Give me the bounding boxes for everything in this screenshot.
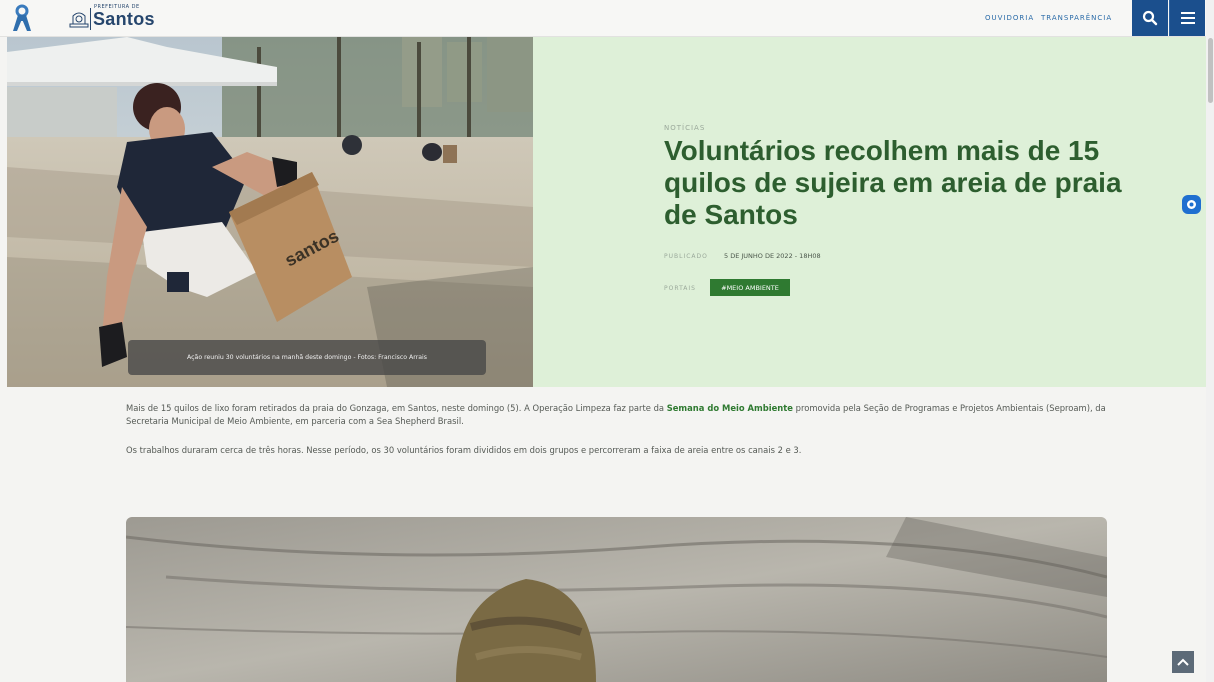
page-title: Voluntários recolhem mais de 15 quilos d… xyxy=(664,135,1122,230)
published-date: 5 DE JUNHO DE 2022 - 18H08 xyxy=(724,252,821,260)
ribbon-icon xyxy=(13,4,31,31)
hamburger-menu-icon xyxy=(1180,12,1195,24)
nav-transparencia[interactable]: TRANSPARÊNCIA xyxy=(1041,14,1112,22)
category-kicker[interactable]: NOTÍCIAS xyxy=(664,124,705,132)
search-button[interactable] xyxy=(1132,0,1168,36)
article-paragraph-2: Os trabalhos duraram cerca de três horas… xyxy=(126,445,802,455)
chevron-up-icon xyxy=(1177,658,1189,666)
scrollbar-thumb[interactable] xyxy=(1208,38,1213,103)
article-photo xyxy=(126,517,1107,682)
article-paragraph-1: Mais de 15 quilos de lixo foram retirado… xyxy=(126,402,1106,428)
semana-meio-ambiente-link[interactable]: Semana do Meio Ambiente xyxy=(667,403,793,413)
menu-button[interactable] xyxy=(1169,0,1205,36)
back-to-top-button[interactable] xyxy=(1172,651,1194,673)
paragraph-1-text-a: Mais de 15 quilos de lixo foram retirado… xyxy=(126,403,667,413)
tag-meio-ambiente[interactable]: #MEIO AMBIENTE xyxy=(710,279,790,296)
photo-caption: Ação reuniu 30 voluntários na manhã dest… xyxy=(128,340,486,375)
nav-ouvidoria[interactable]: OUVIDORIA xyxy=(985,14,1034,22)
accessibility-widget-button[interactable] xyxy=(1182,195,1201,214)
logo-divider xyxy=(90,8,91,30)
accessibility-icon xyxy=(1187,200,1196,209)
search-icon xyxy=(1142,10,1158,26)
hero-panel: NOTÍCIAS Voluntários recolhem mais de 15… xyxy=(533,37,1206,387)
hero-photo: santos xyxy=(7,37,533,387)
logo-title[interactable]: Santos xyxy=(93,9,155,30)
portais-label: PORTAIS xyxy=(664,285,696,292)
published-label: PUBLICADO xyxy=(664,253,708,260)
site-header: PREFEITURA DE Santos OUVIDORIA TRANSPARÊ… xyxy=(0,0,1206,37)
city-crest-icon xyxy=(69,12,89,28)
